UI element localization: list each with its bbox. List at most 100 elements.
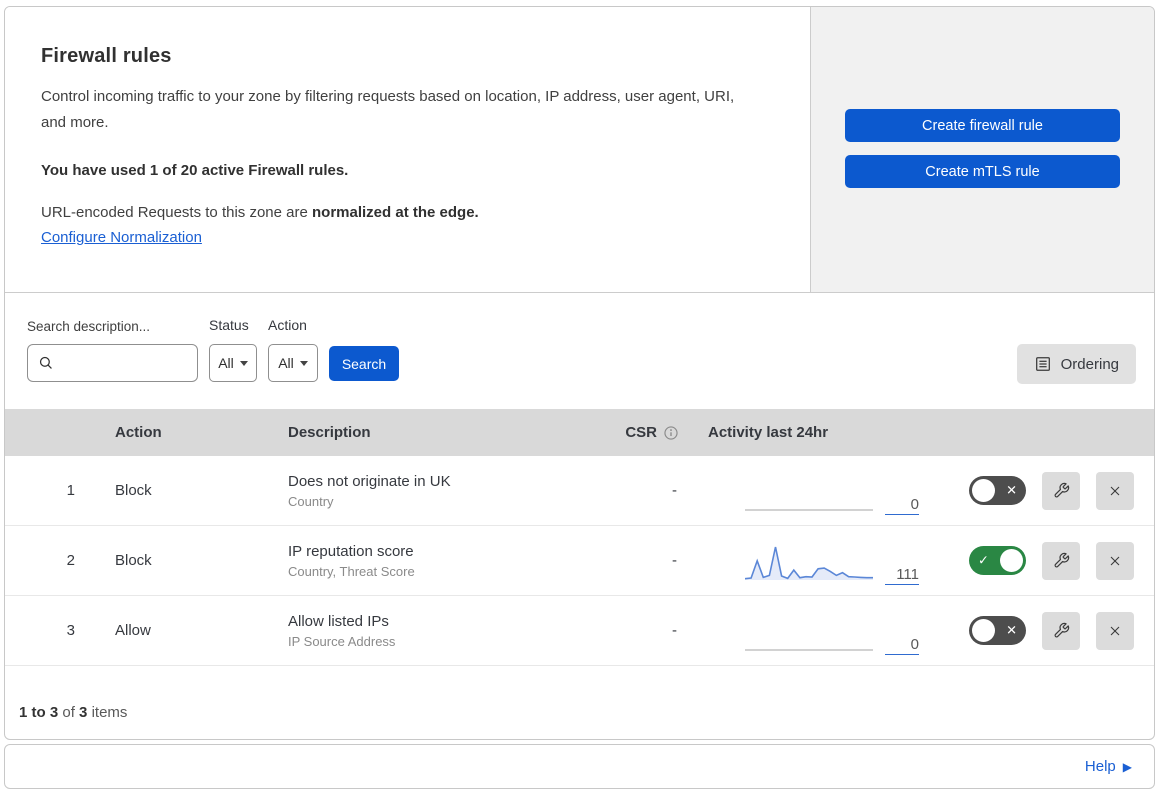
action-label: Action: [268, 317, 307, 333]
delete-rule-button[interactable]: [1096, 611, 1134, 650]
intro-panel: Firewall rules Control incoming traffic …: [5, 7, 811, 292]
rule-action: Block: [115, 482, 152, 499]
toggle-knob: [972, 619, 995, 642]
rule-criteria: Country: [288, 493, 334, 509]
items-total: 3: [79, 704, 88, 721]
edit-rule-button[interactable]: [1042, 611, 1080, 650]
action-select-value: All: [278, 355, 294, 371]
items-range: 1 to 3: [19, 704, 59, 721]
toggle-state-icon: ✕: [1006, 622, 1017, 638]
rule-csr-value: -: [672, 552, 677, 569]
rule-priority: 3: [66, 622, 75, 639]
rule-description-cell: IP reputation score Country, Threat Scor…: [288, 543, 575, 579]
header-activity: Activity last 24hr: [708, 424, 829, 441]
rule-controls: ✕: [958, 611, 1154, 650]
chevron-down-icon: [239, 361, 248, 366]
table-row: 3 Allow Allow listed IPs IP Source Addre…: [5, 596, 1154, 666]
rule-description-cell: Does not originate in UK Country: [288, 473, 575, 509]
header-csr-label: CSR: [625, 424, 657, 441]
create-firewall-rule-button[interactable]: Create firewall rule: [845, 109, 1120, 142]
page-description: Control incoming traffic to your zone by…: [41, 88, 735, 131]
wrench-icon: [1054, 482, 1069, 498]
rule-priority: 2: [66, 552, 75, 569]
rule-controls: ✓: [958, 541, 1154, 580]
rule-enabled-toggle[interactable]: ✕: [969, 616, 1026, 645]
rule-controls: ✕: [958, 471, 1154, 510]
status-select-value: All: [218, 355, 234, 371]
rule-description: Does not originate in UK: [288, 472, 451, 490]
edit-rule-button[interactable]: [1042, 541, 1080, 580]
toggle-state-icon: ✕: [1006, 482, 1017, 498]
search-input-container: [27, 344, 198, 382]
rule-activity-cell: 0: [695, 596, 958, 665]
rule-csr-value: -: [672, 622, 677, 639]
help-link[interactable]: Help ▶: [1085, 758, 1132, 775]
toggle-knob: [1000, 549, 1023, 572]
items-of: of: [62, 704, 75, 721]
rule-action: Allow: [115, 622, 151, 639]
configure-normalization-link[interactable]: Configure Normalization: [41, 229, 202, 246]
items-count: 1 to 3 of 3 items: [5, 666, 1154, 721]
filter-bar: Search description... Status All Action …: [5, 293, 1154, 409]
rule-priority: 1: [66, 482, 75, 499]
activity-count-link[interactable]: 0: [885, 636, 919, 655]
status-select[interactable]: All: [209, 344, 257, 382]
rule-activity-cell: 111: [695, 526, 958, 595]
toggle-state-icon: ✓: [978, 552, 989, 568]
arrow-right-icon: ▶: [1122, 759, 1132, 774]
header-action: Action: [115, 424, 162, 441]
firewall-rules-page: Firewall rules Control incoming traffic …: [0, 0, 1161, 791]
normalization-note-text: URL-encoded Requests to this zone are: [41, 204, 312, 221]
table-row: 2 Block IP reputation score Country, Thr…: [5, 526, 1154, 596]
search-button[interactable]: Search: [329, 346, 399, 381]
close-icon: [1110, 486, 1120, 495]
create-mtls-rule-button[interactable]: Create mTLS rule: [845, 155, 1120, 188]
page-title: Firewall rules: [41, 45, 172, 67]
delete-rule-button[interactable]: [1096, 541, 1134, 580]
activity-sparkline: [745, 546, 873, 580]
action-select[interactable]: All: [268, 344, 318, 382]
ordering-button[interactable]: Ordering: [1016, 344, 1136, 384]
table-header: Action Description CSR Activity last 24h…: [5, 409, 1154, 456]
top-section: Firewall rules Control incoming traffic …: [5, 7, 1154, 293]
toggle-knob: [972, 479, 995, 502]
close-icon: [1110, 626, 1120, 635]
wrench-icon: [1054, 552, 1069, 568]
search-input[interactable]: [62, 345, 197, 381]
usage-summary: You have used 1 of 20 active Firewall ru…: [41, 162, 349, 179]
rule-activity-cell: 0: [695, 456, 958, 525]
firewall-rules-card: Firewall rules Control incoming traffic …: [4, 6, 1155, 740]
ordering-button-label: Ordering: [1060, 355, 1119, 373]
rule-enabled-toggle[interactable]: ✓: [969, 546, 1026, 575]
items-word: items: [91, 704, 128, 721]
edit-rule-button[interactable]: [1042, 471, 1080, 510]
rule-description-cell: Allow listed IPs IP Source Address: [288, 613, 575, 649]
activity-count-link[interactable]: 111: [885, 566, 919, 585]
help-bar: Help ▶: [4, 744, 1155, 789]
cta-panel: Create firewall rule Create mTLS rule: [811, 7, 1154, 292]
table-row: 1 Block Does not originate in UK Country…: [5, 456, 1154, 526]
header-csr: CSR: [575, 424, 695, 441]
search-icon: [39, 356, 52, 369]
search-label: Search description...: [27, 319, 151, 334]
wrench-icon: [1054, 622, 1069, 638]
rule-criteria: IP Source Address: [288, 633, 396, 649]
rule-action: Block: [115, 552, 152, 569]
rule-description: IP reputation score: [288, 542, 414, 560]
ordering-list-icon: [1035, 357, 1050, 371]
rule-criteria: Country, Threat Score: [288, 563, 415, 579]
normalization-note: URL-encoded Requests to this zone are no…: [41, 204, 770, 221]
close-icon: [1110, 556, 1120, 565]
rule-description: Allow listed IPs: [288, 612, 389, 630]
info-icon[interactable]: [663, 425, 679, 441]
status-label: Status: [209, 317, 249, 333]
delete-rule-button[interactable]: [1096, 471, 1134, 510]
header-description: Description: [288, 424, 371, 441]
chevron-down-icon: [299, 361, 308, 366]
normalization-note-bold: normalized at the edge.: [312, 204, 479, 221]
rule-enabled-toggle[interactable]: ✕: [969, 476, 1026, 505]
help-label: Help: [1084, 758, 1116, 775]
activity-sparkline: [745, 649, 873, 651]
activity-count-link[interactable]: 0: [885, 496, 919, 515]
activity-sparkline: [745, 509, 873, 511]
